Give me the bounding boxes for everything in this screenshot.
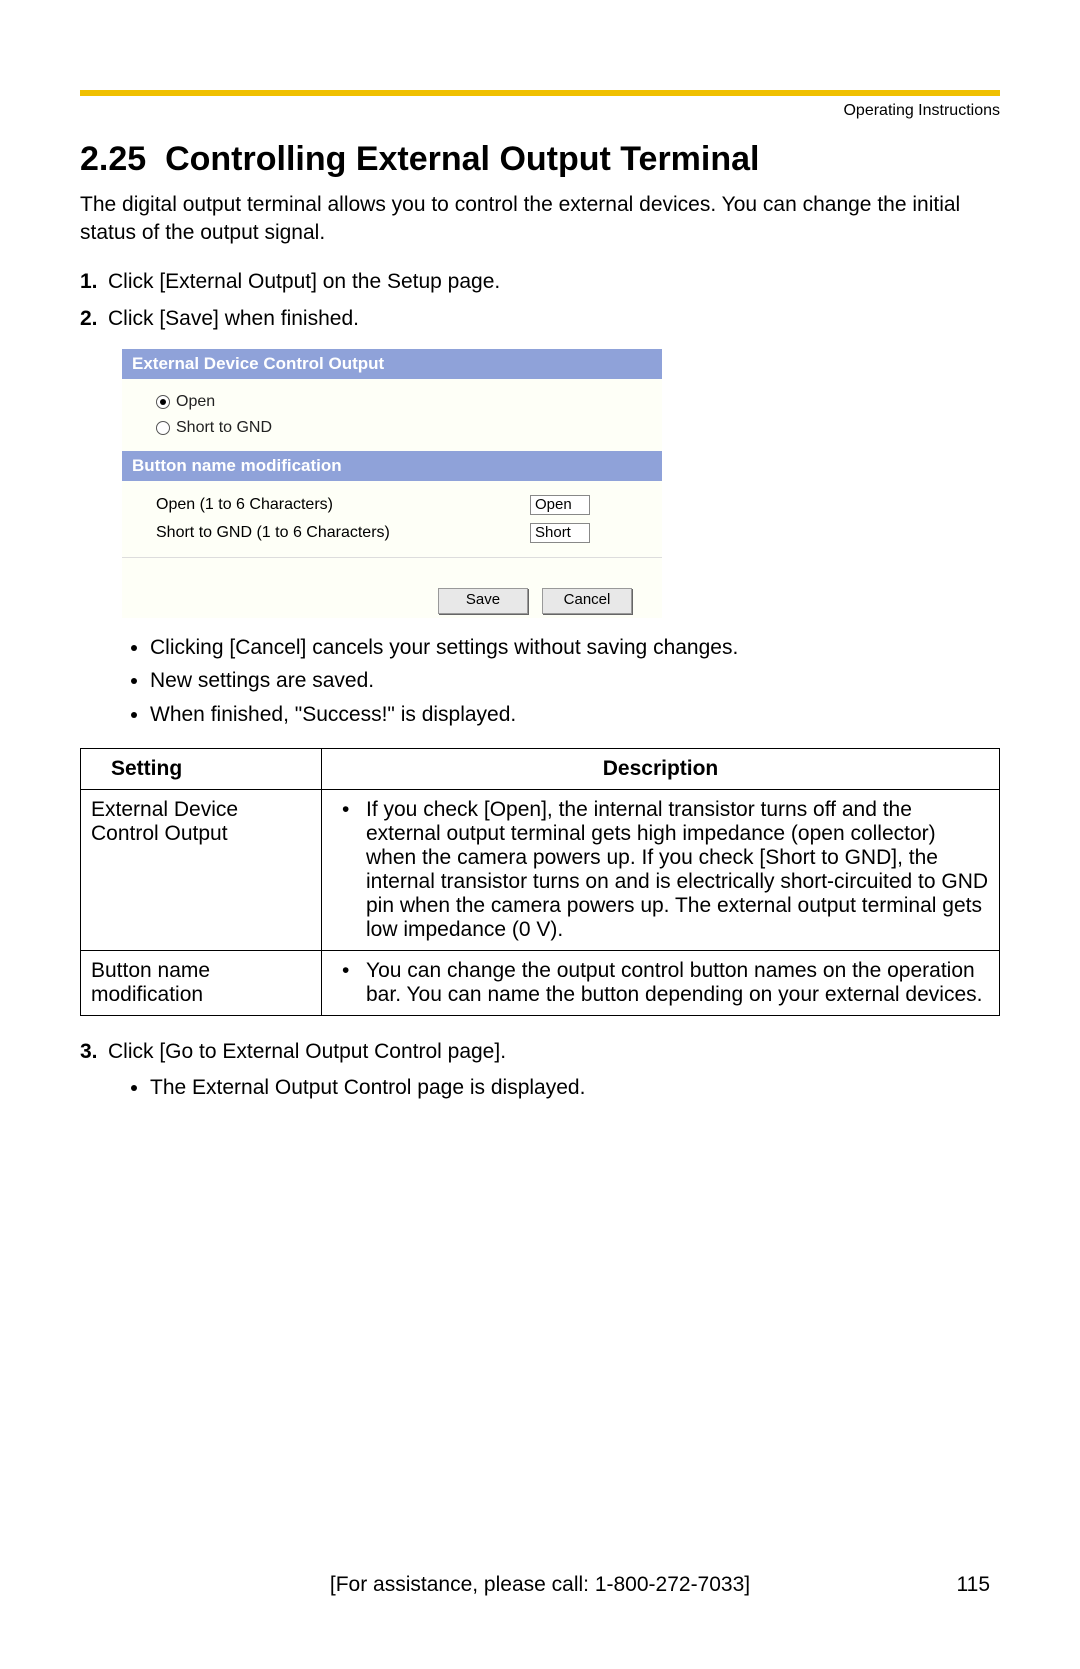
section-intro: The digital output terminal allows you t…: [80, 191, 1000, 248]
step-1: 1.Click [External Output] on the Setup p…: [108, 266, 1000, 298]
cell-setting-1: External Device Control Output: [81, 790, 322, 951]
step-1-text: Click [External Output] on the Setup pag…: [108, 270, 500, 293]
step-3-sub: The External Output Control page is disp…: [150, 1072, 1000, 1104]
table-row: External Device Control Output •If you c…: [81, 790, 1000, 951]
radio-short[interactable]: Short to GND: [142, 415, 650, 441]
note-1: Clicking [Cancel] cancels your settings …: [150, 632, 1000, 664]
step-2: 2.Click [Save] when finished.: [108, 303, 1000, 335]
ui-separator: [122, 557, 662, 580]
settings-table: Setting Description External Device Cont…: [80, 748, 1000, 1016]
top-rule: [80, 90, 1000, 96]
field-open-input[interactable]: [530, 495, 590, 515]
radio-short-label: Short to GND: [176, 419, 272, 437]
note-3: When finished, "Success!" is displayed.: [150, 699, 1000, 731]
col-description: Description: [322, 749, 1000, 790]
ui-header-button-name: Button name modification: [122, 451, 662, 481]
col-setting: Setting: [81, 749, 322, 790]
cell-setting-2: Button name modification: [81, 951, 322, 1016]
field-short-label: Short to GND (1 to 6 Characters): [156, 524, 530, 542]
section-title: 2.25 Controlling External Output Termina…: [80, 140, 1000, 179]
field-short-input[interactable]: [530, 523, 590, 543]
save-button[interactable]: Save: [438, 588, 528, 614]
radio-open-label: Open: [176, 393, 215, 411]
ui-panel: External Device Control Output Open Shor…: [122, 349, 662, 618]
cancel-button[interactable]: Cancel: [542, 588, 632, 614]
step-3-text: Click [Go to External Output Control pag…: [108, 1040, 506, 1063]
ui-header-output: External Device Control Output: [122, 349, 662, 379]
note-2: New settings are saved.: [150, 665, 1000, 697]
radio-icon: [156, 421, 170, 435]
radio-icon: [156, 395, 170, 409]
field-open-label: Open (1 to 6 Characters): [156, 496, 530, 514]
table-row: Button name modification •You can change…: [81, 951, 1000, 1016]
section-heading: Controlling External Output Terminal: [165, 140, 759, 178]
header-right: Operating Instructions: [80, 102, 1000, 120]
notes-list: Clicking [Cancel] cancels your settings …: [80, 632, 1000, 731]
step-3: 3.Click [Go to External Output Control p…: [108, 1036, 1000, 1103]
radio-open[interactable]: Open: [142, 389, 650, 415]
section-number: 2.25: [80, 140, 146, 178]
page-number: 115: [957, 1573, 990, 1597]
step-2-text: Click [Save] when finished.: [108, 307, 359, 330]
footer-assist: [For assistance, please call: 1-800-272-…: [0, 1573, 1080, 1597]
cell-desc-2: •You can change the output control butto…: [322, 951, 1000, 1016]
cell-desc-1: •If you check [Open], the internal trans…: [322, 790, 1000, 951]
